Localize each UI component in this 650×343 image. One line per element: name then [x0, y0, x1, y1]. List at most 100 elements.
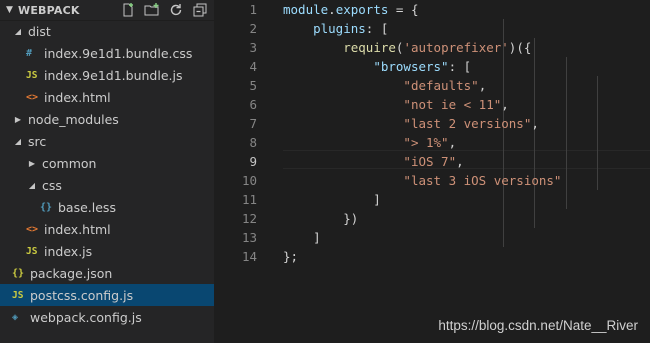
js-file-icon: JS — [26, 69, 38, 81]
code-token: 'autoprefixer' — [403, 40, 509, 55]
line-number: 11 — [241, 192, 257, 207]
code-line: 14}; — [214, 247, 650, 266]
folder-item[interactable]: ▶ node_modules — [0, 108, 214, 130]
chevron-right-icon[interactable]: ▶ — [26, 159, 38, 168]
code-token: ] — [283, 230, 321, 245]
folder-item[interactable]: ◢ src — [0, 130, 214, 152]
line-number: 3 — [249, 40, 257, 55]
tree-item-label: index.9e1d1.bundle.js — [44, 67, 183, 83]
code-text: "defaults", — [283, 76, 486, 95]
code-line: 7 "last 2 versions", — [214, 114, 650, 133]
file-item[interactable]: JS index.js — [0, 240, 214, 262]
code-line: 11 ] — [214, 190, 650, 209]
tree-item-label: index.9e1d1.bundle.css — [44, 45, 193, 61]
code-text: module.exports = { — [283, 0, 418, 19]
code-token: "browsers" — [373, 59, 449, 74]
code-token: "last 2 versions" — [403, 116, 532, 131]
file-item[interactable]: JS postcss.config.js — [0, 284, 214, 306]
code-text: require('autoprefixer')({ — [283, 38, 531, 57]
code-token: "iOS 7" — [403, 154, 457, 169]
chevron-right-icon[interactable]: ▶ — [12, 115, 24, 124]
explorer-header[interactable]: ▼ WEBPACK — [0, 0, 214, 21]
explorer-sidebar: ▼ WEBPACK ◢ dist # index.9e1d1.bundle.css JS… — [0, 0, 214, 343]
file-item[interactable]: {} package.json — [0, 262, 214, 284]
new-folder-icon[interactable] — [144, 2, 160, 18]
tree-item-label: index.html — [44, 221, 111, 237]
tree-item-label: package.json — [30, 265, 113, 281]
code-text: ] — [283, 228, 321, 247]
file-item[interactable]: ◈ webpack.config.js — [0, 306, 214, 328]
tree-item-label: webpack.config.js — [30, 309, 142, 325]
code-line: 4 "browsers": [ — [214, 57, 650, 76]
collapse-all-icon[interactable] — [192, 2, 208, 18]
line-number: 9 — [249, 154, 257, 169]
tree-item-label: css — [42, 177, 62, 193]
folder-item[interactable]: ▶ common — [0, 152, 214, 174]
tree-item-label: index.js — [44, 243, 93, 259]
line-number: 1 — [249, 2, 257, 17]
code-token: ] — [283, 192, 381, 207]
chevron-down-icon[interactable]: ◢ — [12, 137, 24, 146]
code-text: "iOS 7", — [283, 152, 463, 171]
line-number: 8 — [249, 135, 257, 150]
explorer-actions — [120, 2, 208, 18]
line-number: 6 — [249, 97, 257, 112]
file-item[interactable]: {} base.less — [0, 196, 214, 218]
code-line: 13 ] — [214, 228, 650, 247]
code-token: : [ — [448, 59, 472, 74]
tree-item-label: common — [42, 155, 97, 171]
line-number: 5 — [249, 78, 257, 93]
code-token: , — [531, 116, 539, 131]
code-line: 2 plugins: [ — [214, 19, 650, 38]
code-text: }) — [283, 209, 358, 228]
webpack-file-icon: ◈ — [12, 311, 19, 323]
code-token: "last 3 iOS versions" — [403, 173, 562, 188]
chevron-down-icon[interactable]: ◢ — [26, 181, 38, 190]
new-file-icon[interactable] — [120, 2, 136, 18]
code-token: "defaults" — [403, 78, 479, 93]
folder-item[interactable]: ◢ dist — [0, 20, 214, 42]
file-item[interactable]: JS index.9e1d1.bundle.js — [0, 64, 214, 86]
json-file-icon: {} — [12, 267, 25, 279]
file-item[interactable]: <> index.html — [0, 218, 214, 240]
code-text: "browsers": [ — [283, 57, 471, 76]
line-number: 12 — [241, 211, 257, 226]
tree-item-label: dist — [28, 23, 51, 39]
line-number: 13 — [241, 230, 257, 245]
code-token: module — [283, 2, 329, 17]
chevron-down-icon[interactable]: ◢ — [12, 27, 24, 36]
refresh-icon[interactable] — [168, 2, 184, 18]
chevron-down-icon[interactable]: ▼ — [6, 5, 18, 15]
code-token: , — [448, 135, 457, 150]
code-text: "last 2 versions", — [283, 114, 539, 133]
line-number: 2 — [249, 21, 257, 36]
folder-item[interactable]: ◢ css — [0, 174, 214, 196]
line-number: 14 — [241, 249, 257, 264]
file-tree: ◢ dist # index.9e1d1.bundle.css JS index.9e1d… — [0, 20, 214, 328]
js-file-icon: JS — [26, 245, 38, 257]
code-text: }; — [283, 247, 298, 266]
code-line: 8 "> 1%", — [214, 133, 650, 152]
html-file-icon: <> — [26, 91, 39, 103]
code-token: , — [478, 78, 487, 93]
code-line: 12 }) — [214, 209, 650, 228]
code-text: "> 1%", — [283, 133, 456, 152]
code-token: , — [501, 97, 509, 112]
css-file-icon: # — [26, 47, 33, 59]
file-item[interactable]: <> index.html — [0, 86, 214, 108]
code-token: require — [343, 40, 396, 55]
file-item[interactable]: # index.9e1d1.bundle.css — [0, 42, 214, 64]
code-text: ] — [283, 190, 381, 209]
code-editor[interactable]: 1 module.exports = {2 plugins: [ 3 require… — [214, 0, 650, 343]
code-token: = { — [388, 2, 419, 17]
code-line: 9 "iOS 7", — [214, 152, 650, 171]
code-text: "not ie < 11", — [283, 95, 509, 114]
code-token: "> 1%" — [403, 135, 449, 150]
tree-item-label: postcss.config.js — [30, 287, 134, 303]
code-token: : [ — [365, 21, 389, 36]
tree-item-label: base.less — [58, 199, 116, 215]
